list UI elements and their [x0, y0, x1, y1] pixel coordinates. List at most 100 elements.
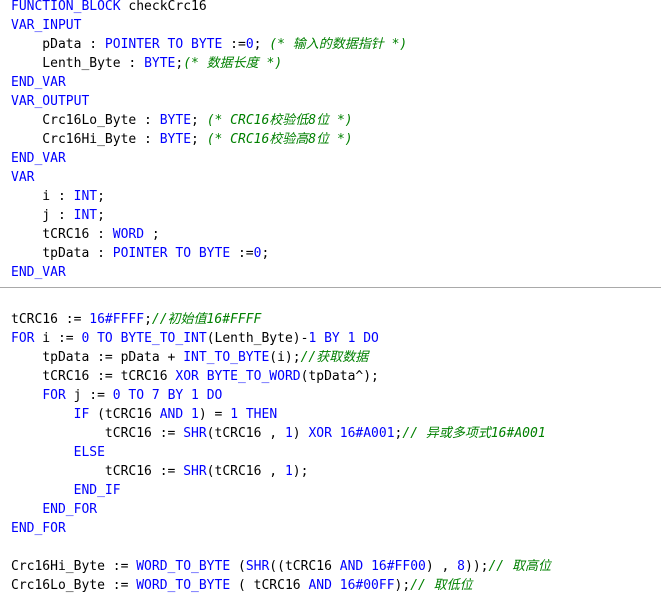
keyword-token: BY [167, 388, 184, 403]
code-line[interactable]: FOR j := 0 TO 7 BY 1 DO [11, 386, 551, 405]
keyword-token: END_FOR [42, 502, 98, 517]
text-token: tpData : [11, 246, 113, 261]
code-line[interactable]: i : INT; [11, 187, 407, 206]
code-line[interactable]: IF (tCRC16 AND 1) = 1 THEN [11, 405, 551, 424]
comment-token: (* 输入的数据指针 *) [269, 37, 408, 52]
keyword-token: WORD [112, 227, 145, 242]
keyword-token: AND [159, 407, 184, 422]
text-token: (tpData^); [300, 369, 379, 384]
keyword-token: XOR [175, 369, 199, 384]
keyword-token: IF [73, 407, 90, 422]
text-token: Crc16Lo_Byte := [11, 578, 137, 593]
text-token: tpData := pData + [11, 350, 184, 365]
code-line[interactable]: END_FOR [11, 519, 551, 538]
keyword-token: BYTE [144, 56, 176, 71]
text-token: ( [230, 559, 246, 574]
code-line[interactable]: Crc16Lo_Byte : BYTE; (* CRC16校验低8位 *) [11, 111, 407, 130]
code-line[interactable]: END_IF [11, 481, 551, 500]
declaration-editor[interactable]: FUNCTION_BLOCK checkCrc16 VAR_INPUT pData… [0, 0, 661, 281]
code-line[interactable]: tpData : POINTER TO BYTE :=0; [11, 244, 407, 263]
text-token: ; [144, 227, 160, 242]
code-line[interactable]: Lenth_Byte : BYTE;(* 数据长度 *) [11, 54, 407, 73]
code-line[interactable]: tCRC16 := 16#FFFF;//初始值16#FFFF [11, 310, 551, 329]
text-token: tCRC16 := [11, 464, 184, 479]
text-token: ((tCRC16 [269, 559, 340, 574]
text-token: ; [253, 37, 270, 52]
code-line[interactable]: tCRC16 := SHR(tCRC16 , 1) XOR 16#A001;//… [11, 424, 551, 443]
code-line[interactable] [11, 538, 551, 557]
text-token: := [222, 37, 246, 52]
code-line[interactable]: Crc16Lo_Byte := WORD_TO_BYTE ( tCRC16 AN… [11, 576, 551, 595]
code-line[interactable]: pData : POINTER TO BYTE :=0; (* 输入的数据指针 … [11, 35, 407, 54]
comment-token: (* CRC16校验高8位 *) [206, 132, 353, 147]
comment-token: // 取高位 [488, 559, 551, 574]
keyword-token: VAR [11, 170, 35, 185]
text-token: j : [11, 208, 74, 223]
comment-token: (* CRC16校验低8位 *) [206, 113, 353, 128]
comment-token: (* 数据长度 *) [183, 56, 283, 71]
code-line[interactable]: END_VAR [11, 73, 407, 92]
text-token: ) [292, 426, 309, 441]
editor-splitter[interactable] [0, 287, 661, 288]
declaration-code[interactable]: FUNCTION_BLOCK checkCrc16 VAR_INPUT pData… [0, 0, 407, 281]
text-token: i : [11, 189, 74, 204]
implementation-editor[interactable]: tCRC16 := 16#FFFF;//初始值16#FFFF FOR i := 0… [0, 293, 661, 602]
text-token: tCRC16 : [11, 227, 113, 242]
text-token: ; [191, 132, 207, 147]
number-token: 1 [191, 388, 199, 403]
code-line[interactable]: END_VAR [11, 263, 407, 281]
code-line[interactable]: tCRC16 := SHR(tCRC16 , 1); [11, 462, 551, 481]
keyword-token: END_FOR [11, 521, 66, 536]
keyword-token: END_VAR [11, 75, 66, 90]
keyword-token: SHR [245, 559, 270, 574]
code-line[interactable]: END_VAR [11, 149, 407, 168]
keyword-token: INT [73, 208, 98, 223]
keyword-token: FOR [11, 331, 35, 346]
text-token: j := [65, 388, 113, 403]
text-token: ); [394, 578, 411, 593]
code-line[interactable]: VAR_INPUT [11, 16, 407, 35]
code-line[interactable]: VAR [11, 168, 407, 187]
comment-token: // 取低位 [410, 578, 473, 593]
code-line[interactable]: ELSE [11, 443, 551, 462]
implementation-code[interactable]: tCRC16 := 16#FFFF;//初始值16#FFFF FOR i := 0… [0, 310, 551, 595]
text-token: ; [261, 246, 270, 261]
code-line[interactable]: FOR i := 0 TO BYTE_TO_INT(Lenth_Byte)-1 … [11, 329, 551, 348]
comment-token: //初始值16#FFFF [151, 312, 262, 327]
number-token: 8 [457, 559, 465, 574]
keyword-token: THEN [245, 407, 278, 422]
number-token: 16#00FF [339, 578, 395, 593]
text-token: (tCRC16 [89, 407, 160, 422]
keyword-token: VAR_OUTPUT [11, 94, 90, 109]
keyword-token: SHR [183, 426, 207, 441]
text-token: (tCRC16 , [206, 464, 285, 479]
number-token: 16#FF00 [371, 559, 426, 574]
keyword-token: SHR [183, 464, 207, 479]
code-line[interactable]: tCRC16 : WORD ; [11, 225, 407, 244]
code-line[interactable]: tCRC16 := tCRC16 XOR BYTE_TO_WORD(tpData… [11, 367, 551, 386]
code-line[interactable]: END_FOR [11, 500, 551, 519]
keyword-token: BYTE [159, 113, 192, 128]
number-token: 16#A001 [339, 426, 395, 441]
number-token: 1 [284, 426, 293, 441]
code-line[interactable]: VAR_OUTPUT [11, 92, 407, 111]
code-line[interactable]: tpData := pData + INT_TO_BYTE(i);//获取数据 [11, 348, 551, 367]
text-token: tCRC16 := [11, 426, 184, 441]
code-line[interactable]: Crc16Hi_Byte : BYTE; (* CRC16校验高8位 *) [11, 130, 407, 149]
text-token: Crc16Hi_Byte : [11, 132, 160, 147]
code-line[interactable]: j : INT; [11, 206, 407, 225]
code-line[interactable]: FUNCTION_BLOCK checkCrc16 [11, 0, 407, 16]
text-token: Crc16Lo_Byte : [11, 113, 160, 128]
number-token: 0 [245, 37, 254, 52]
text-token: ; [97, 208, 105, 223]
keyword-token: ELSE [73, 445, 105, 460]
code-line[interactable]: Crc16Hi_Byte := WORD_TO_BYTE (SHR((tCRC1… [11, 557, 551, 576]
